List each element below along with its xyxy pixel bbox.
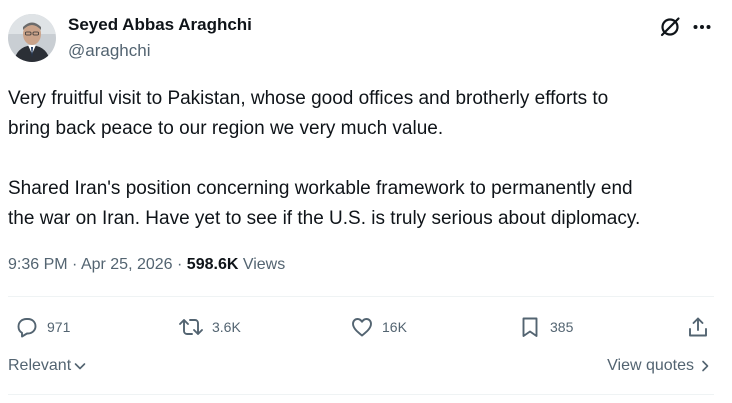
tweet-meta: 9:36 PM · Apr 25, 2026 · 598.6K Views bbox=[8, 254, 285, 276]
avatar[interactable] bbox=[8, 14, 56, 62]
avatar-image bbox=[8, 14, 56, 62]
reply-count: 971 bbox=[47, 319, 71, 335]
meta-separator: · bbox=[177, 256, 183, 273]
views-count[interactable]: 598.6K bbox=[187, 256, 239, 273]
meta-separator: · bbox=[72, 256, 78, 273]
grok-icon bbox=[660, 17, 680, 37]
grok-button[interactable] bbox=[657, 14, 683, 40]
sort-label: Relevant bbox=[8, 357, 72, 374]
sort-dropdown[interactable]: Relevant bbox=[8, 357, 87, 375]
views-label: Views bbox=[242, 256, 286, 273]
tweet-time[interactable]: 9:36 PM bbox=[8, 256, 68, 273]
like-count: 16K bbox=[382, 319, 407, 335]
chevron-down-icon bbox=[74, 363, 86, 370]
share-button[interactable] bbox=[686, 313, 710, 341]
share-icon bbox=[689, 317, 707, 337]
reply-icon bbox=[17, 318, 37, 338]
view-quotes-label: View quotes bbox=[607, 357, 694, 374]
tweet-line: the war on Iran. Have yet to see if the … bbox=[8, 208, 641, 229]
tweet-line: Shared Iran's position concerning workab… bbox=[8, 178, 633, 199]
repost-count: 3.6K bbox=[212, 319, 241, 335]
repost-icon bbox=[179, 319, 203, 335]
tweet-date[interactable]: Apr 25, 2026 bbox=[81, 256, 173, 273]
divider bbox=[8, 296, 714, 297]
more-icon bbox=[693, 25, 711, 29]
bookmark-button[interactable]: 385 bbox=[518, 313, 573, 341]
view-quotes-link[interactable]: View quotes bbox=[607, 357, 712, 375]
like-button[interactable]: 16K bbox=[350, 313, 407, 341]
divider bbox=[8, 394, 714, 395]
bookmark-count: 385 bbox=[550, 319, 574, 335]
tweet-text: Very fruitful visit to Pakistan, whose g… bbox=[8, 84, 723, 234]
like-icon bbox=[352, 318, 372, 337]
author-name[interactable]: Seyed Abbas Araghchi bbox=[68, 14, 252, 36]
chevron-right-icon bbox=[702, 360, 709, 372]
tweet-line: Very fruitful visit to Pakistan, whose g… bbox=[8, 88, 609, 109]
repost-button[interactable]: 3.6K bbox=[178, 313, 241, 341]
more-button[interactable] bbox=[689, 14, 715, 40]
reply-button[interactable]: 971 bbox=[15, 313, 70, 341]
author-handle[interactable]: @araghchi bbox=[68, 40, 150, 62]
bookmark-icon bbox=[522, 317, 538, 337]
tweet-line: bring back peace to our region we very m… bbox=[8, 118, 444, 139]
